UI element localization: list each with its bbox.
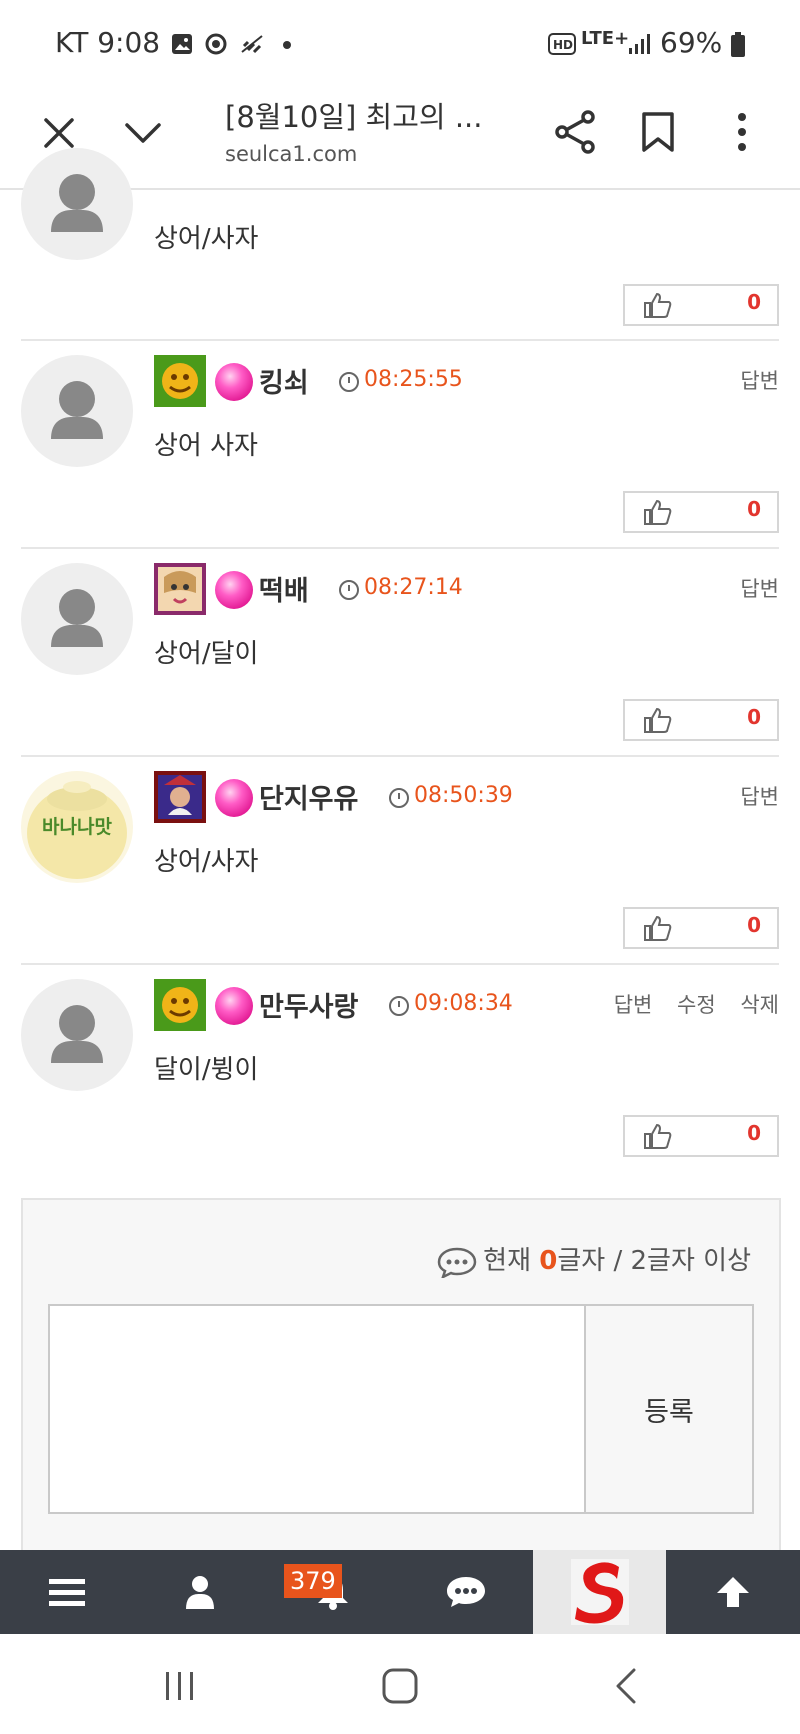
- gallery-icon: [172, 34, 192, 54]
- divider: [21, 755, 779, 757]
- counter-prefix: 현재: [483, 1246, 540, 1276]
- avatar: [21, 563, 133, 675]
- thumbs-up-icon: [644, 915, 672, 941]
- divider: [21, 339, 779, 341]
- like-button[interactable]: 0: [623, 907, 779, 949]
- site-logo-icon[interactable]: [533, 1550, 666, 1634]
- like-button[interactable]: 0: [623, 699, 779, 741]
- like-count: 0: [747, 1121, 761, 1145]
- status-bar: KT 9:08 HD LTE+ 69%: [0, 0, 800, 80]
- comment-author[interactable]: 만두사랑: [259, 985, 358, 1024]
- comment-author[interactable]: 단지우유: [259, 777, 358, 816]
- comment-time: 09:08:34: [414, 991, 513, 1016]
- comment-actions: 답변: [722, 781, 779, 811]
- rank-badge-icon: [154, 355, 206, 407]
- menu-icon[interactable]: [0, 1550, 133, 1634]
- like-button[interactable]: 0: [623, 284, 779, 326]
- comment-item: 킹쇠 08:25:55 답변 상어 사자 0: [21, 355, 779, 535]
- comment-item: 상어/사자 0: [21, 148, 779, 328]
- back-icon[interactable]: [596, 1664, 656, 1708]
- submit-button[interactable]: 등록: [584, 1304, 754, 1514]
- clock-icon: [389, 788, 409, 808]
- notification-badge: 379: [284, 1564, 342, 1598]
- comment-time: 08:50:39: [414, 783, 513, 808]
- comment-item: 바나나맛 단지우유 08:50:39 답변 상어/사자 0: [21, 771, 779, 951]
- comment-actions: 답변: [722, 365, 779, 395]
- rank-badge-icon: [154, 979, 206, 1031]
- thumbs-up-icon: [644, 499, 672, 525]
- comment-item: 만두사랑 09:08:34 답변 수정 삭제 달이/뷩이 0: [21, 979, 779, 1159]
- clock-icon: [389, 996, 409, 1016]
- home-icon[interactable]: [370, 1664, 430, 1708]
- no-signal-icon: [241, 35, 263, 54]
- clock-icon: [339, 372, 359, 392]
- signal-icon: [629, 34, 650, 54]
- battery-icon: [731, 32, 745, 57]
- battery-percent: 69%: [660, 26, 723, 59]
- recents-icon[interactable]: [150, 1664, 210, 1708]
- thumbs-up-icon: [644, 1123, 672, 1149]
- comment-actions: 답변: [722, 573, 779, 603]
- avatar: [21, 148, 133, 260]
- divider: [21, 547, 779, 549]
- status-time: KT 9:08: [55, 26, 161, 59]
- rank-badge-icon: [154, 771, 206, 823]
- comment-content: 상어/사자: [154, 224, 259, 254]
- comment-actions: 답변 수정 삭제: [596, 989, 779, 1019]
- divider: [21, 963, 779, 965]
- delete-button[interactable]: 삭제: [740, 993, 779, 1017]
- counter-suffix: 글자 / 2글자 이상: [557, 1246, 751, 1276]
- comment-form: 현재 0글자 / 2글자 이상 등록: [21, 1198, 781, 1562]
- level-gem-icon: [215, 571, 253, 609]
- counter-value: 0: [539, 1246, 558, 1276]
- chat-bubble-icon: [437, 1247, 477, 1279]
- avatar: 바나나맛: [21, 771, 133, 883]
- level-gem-icon: [215, 779, 253, 817]
- level-gem-icon: [215, 363, 253, 401]
- comment-item: 떡배 08:27:14 답변 상어/달이 0: [21, 563, 779, 743]
- edit-button[interactable]: 수정: [677, 993, 716, 1017]
- reply-button[interactable]: 답변: [740, 785, 779, 809]
- chat-icon[interactable]: [399, 1550, 532, 1634]
- user-icon[interactable]: [133, 1550, 266, 1634]
- rank-badge-icon: [154, 563, 206, 615]
- like-count: 0: [747, 913, 761, 937]
- system-nav-bar: [0, 1634, 800, 1734]
- char-counter: 현재 0글자 / 2글자 이상: [437, 1240, 751, 1279]
- avatar-label: 바나나맛: [42, 816, 112, 838]
- svg-text:HD: HD: [553, 38, 573, 52]
- network-type: LTE+: [581, 28, 630, 49]
- like-button[interactable]: 0: [623, 1115, 779, 1157]
- reply-button[interactable]: 답변: [740, 369, 779, 393]
- comment-time: 08:27:14: [364, 575, 463, 600]
- scroll-top-icon[interactable]: [666, 1550, 800, 1634]
- like-button[interactable]: 0: [623, 491, 779, 533]
- thumbs-up-icon: [644, 292, 672, 318]
- like-count: 0: [747, 705, 761, 729]
- comment-author[interactable]: 킹쇠: [259, 361, 309, 400]
- like-count: 0: [747, 290, 761, 314]
- level-gem-icon: [215, 987, 253, 1025]
- avatar: [21, 979, 133, 1091]
- thumbs-up-icon: [644, 707, 672, 733]
- bottom-app-bar: [0, 1550, 800, 1634]
- hd-icon: HD: [548, 33, 576, 55]
- comment-content: 상어/달이: [154, 639, 259, 669]
- comment-author[interactable]: 떡배: [259, 569, 309, 608]
- avatar: [21, 355, 133, 467]
- reply-button[interactable]: 답변: [614, 993, 653, 1017]
- page-title[interactable]: [8월10일] 최고의 ...: [225, 94, 482, 136]
- clock-icon: [339, 580, 359, 600]
- sync-icon: [205, 33, 227, 55]
- comment-content: 달이/뷩이: [154, 1055, 259, 1085]
- like-count: 0: [747, 497, 761, 521]
- reply-button[interactable]: 답변: [740, 577, 779, 601]
- comment-content: 상어/사자: [154, 847, 259, 877]
- comment-textarea[interactable]: [48, 1304, 586, 1514]
- dot-icon: [283, 41, 291, 49]
- comment-content: 상어 사자: [154, 431, 258, 461]
- comment-time: 08:25:55: [364, 367, 463, 392]
